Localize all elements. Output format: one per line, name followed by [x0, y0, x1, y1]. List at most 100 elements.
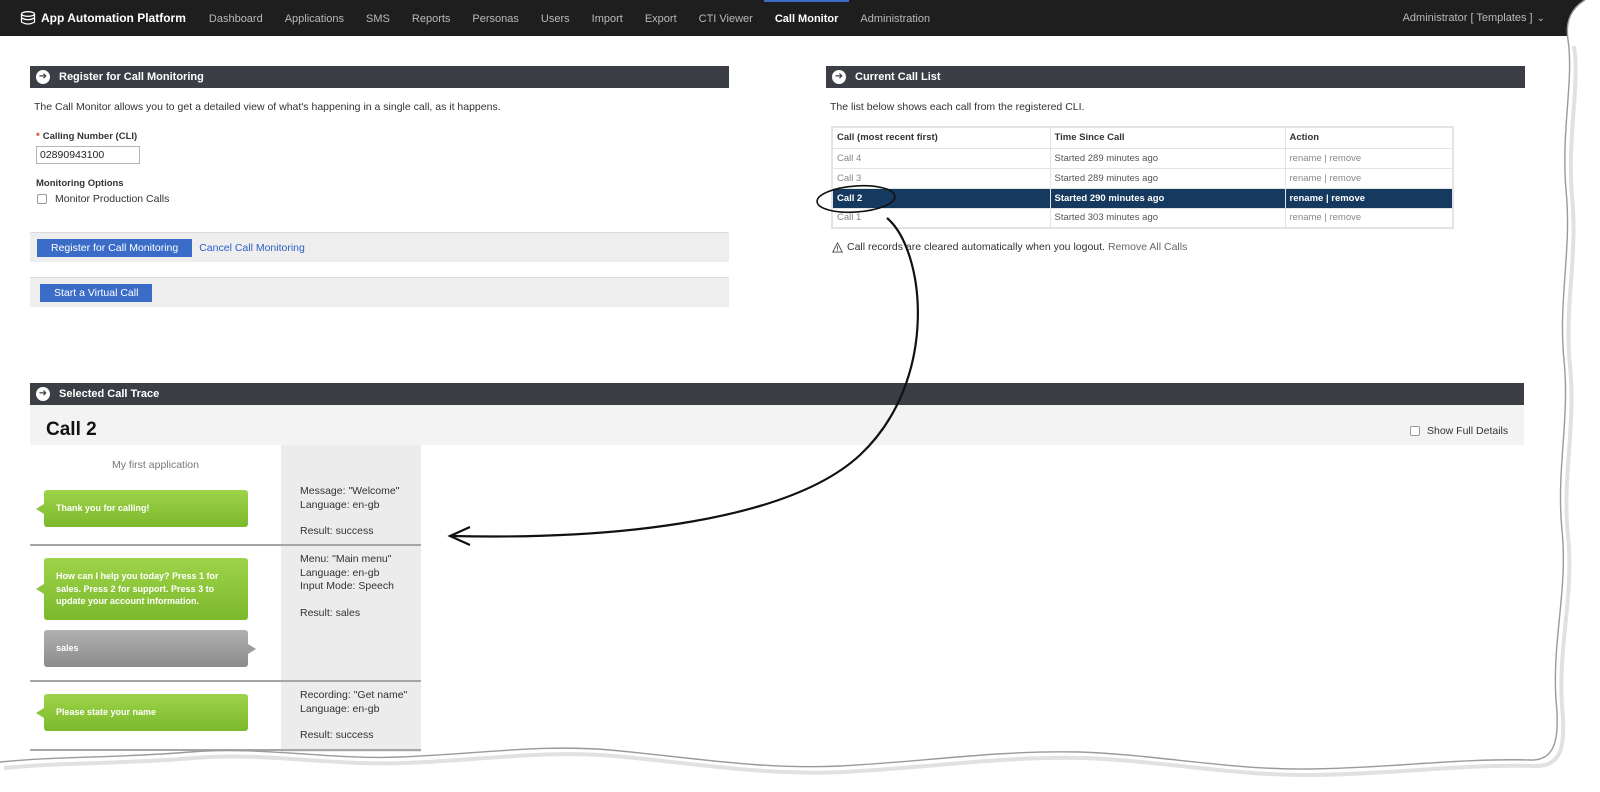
remove-link[interactable]: remove — [1329, 212, 1361, 223]
required-marker: * — [36, 131, 40, 142]
step-result: Result: success — [300, 729, 374, 741]
detail-line: Input Mode: Speech — [300, 580, 394, 592]
top-navbar: App Automation Platform Dashboard Applic… — [0, 0, 1585, 36]
trace-call-title: Call 2 — [46, 419, 97, 440]
trace-section-title: Selected Call Trace — [59, 388, 160, 400]
user-menu-label: Administrator [ Templates ] — [1402, 12, 1533, 24]
arrow-right-circle-icon: ➜ — [832, 70, 846, 84]
monitor-production-row: Monitor Production Calls — [37, 193, 169, 205]
table-row[interactable]: Call 3 Started 289 minutes ago rename | … — [831, 167, 1454, 189]
register-intro: The Call Monitor allows you to get a det… — [34, 101, 501, 113]
nav-item-cti-viewer[interactable]: CTI Viewer — [688, 0, 764, 36]
detail-line: Language: en-gb — [300, 498, 380, 511]
detail-line: Language: en-gb — [300, 566, 380, 579]
call-list-section-title: Current Call List — [855, 71, 941, 83]
nav-item-users[interactable]: Users — [530, 0, 581, 36]
nav-item-import[interactable]: Import — [581, 0, 634, 36]
nav-item-dashboard[interactable]: Dashboard — [198, 0, 274, 36]
step-details: Recording: "Get name" Language: en-gb Re… — [300, 689, 407, 743]
step-details: Message: "Welcome" Language: en-gb Resul… — [300, 485, 399, 539]
call-actions: rename | remove — [1284, 167, 1454, 189]
show-full-details-checkbox[interactable] — [1410, 426, 1420, 436]
application-name: My first application — [112, 459, 199, 471]
table-row[interactable]: Call 4 Started 289 minutes ago rename | … — [831, 147, 1454, 169]
call-records-note: Call records are cleared automatically w… — [832, 241, 1187, 253]
cli-label: * Calling Number (CLI) — [36, 131, 137, 142]
nav-item-call-monitor[interactable]: Call Monitor — [763, 0, 850, 36]
chevron-down-icon: ⌄ — [1536, 12, 1545, 24]
remove-all-calls-link[interactable]: Remove All Calls — [1108, 241, 1187, 253]
call-list-section-header: ➜ Current Call List — [826, 66, 1525, 88]
table-header-row: Call (most recent first) Time Since Call… — [831, 126, 1454, 149]
cli-label-text: Calling Number (CLI) — [42, 131, 138, 142]
brand[interactable]: App Automation Platform — [20, 11, 186, 25]
call-name[interactable]: Call 3 — [831, 167, 1051, 189]
call-records-note-text: Call records are cleared automatically w… — [847, 241, 1105, 253]
step-divider — [30, 680, 421, 682]
rename-link[interactable]: rename — [1290, 212, 1322, 223]
database-logo-icon — [20, 11, 36, 25]
prompt-bubble: How can I help you today? Press 1 for sa… — [36, 558, 248, 620]
step-result: Result: sales — [300, 606, 361, 619]
call-actions: rename | remove — [1284, 147, 1454, 169]
table-row[interactable]: Call 1 Started 303 minutes ago rename | … — [831, 207, 1454, 229]
monitoring-options-label: Monitoring Options — [36, 178, 124, 189]
remove-link[interactable]: remove — [1329, 173, 1361, 184]
monitor-production-checkbox[interactable] — [37, 194, 47, 204]
step-divider — [30, 544, 421, 546]
column-header-call: Call (most recent first) — [831, 126, 1051, 149]
call-list-intro: The list below shows each call from the … — [830, 101, 1085, 113]
step-details: Menu: "Main menu" Language: en-gb Input … — [300, 553, 394, 620]
detail-line: Language: en-gb — [300, 702, 380, 715]
trace-section-header: ➜ Selected Call Trace — [30, 383, 1524, 405]
call-name[interactable]: Call 2 — [831, 187, 1051, 209]
start-virtual-call-button[interactable]: Start a Virtual Call — [40, 283, 153, 302]
rename-link[interactable]: rename — [1290, 193, 1324, 204]
rename-link[interactable]: rename — [1290, 173, 1322, 184]
nav-item-sms[interactable]: SMS — [355, 0, 401, 36]
caller-reply-bubble: sales — [44, 630, 256, 667]
trace-title-bar — [30, 405, 1524, 445]
call-name[interactable]: Call 1 — [831, 207, 1051, 229]
remove-link[interactable]: remove — [1331, 193, 1365, 204]
detail-line: Menu: "Main menu" — [300, 553, 392, 565]
table-row-selected[interactable]: Call 2 Started 290 minutes ago rename | … — [831, 187, 1454, 209]
nav-menu: Dashboard Applications SMS Reports Perso… — [198, 0, 941, 36]
nav-item-personas[interactable]: Personas — [461, 0, 529, 36]
column-header-action: Action — [1284, 126, 1454, 149]
nav-item-administration[interactable]: Administration — [849, 0, 941, 36]
arrow-right-circle-icon: ➜ — [36, 387, 50, 401]
register-section-title: Register for Call Monitoring — [59, 71, 204, 83]
call-time: Started 289 minutes ago — [1049, 147, 1286, 169]
call-list-table: Call (most recent first) Time Since Call… — [831, 126, 1454, 229]
nav-item-export[interactable]: Export — [634, 0, 688, 36]
detail-line: Recording: "Get name" — [300, 689, 408, 701]
arrow-right-circle-icon: ➜ — [36, 70, 50, 84]
call-time: Started 290 minutes ago — [1049, 187, 1286, 209]
column-header-time: Time Since Call — [1049, 126, 1286, 149]
brand-name: App Automation Platform — [41, 11, 186, 25]
virtual-call-bar: Start a Virtual Call — [30, 277, 729, 307]
remove-link[interactable]: remove — [1329, 153, 1361, 164]
show-full-details-row: Show Full Details — [1410, 425, 1508, 437]
register-button-bar: Register for Call Monitoring Cancel Call… — [30, 232, 729, 262]
monitor-production-label: Monitor Production Calls — [55, 193, 170, 205]
rename-link[interactable]: rename — [1290, 153, 1322, 164]
call-time: Started 289 minutes ago — [1049, 167, 1286, 189]
cancel-monitoring-link[interactable]: Cancel Call Monitoring — [199, 242, 305, 254]
prompt-bubble: Thank you for calling! — [36, 490, 248, 527]
register-button[interactable]: Register for Call Monitoring — [37, 238, 193, 257]
call-name[interactable]: Call 4 — [831, 147, 1051, 169]
call-actions: rename | remove — [1284, 207, 1454, 229]
prompt-bubble: Please state your name — [36, 694, 248, 731]
show-full-details-label: Show Full Details — [1427, 425, 1509, 437]
step-result: Result: success — [300, 525, 374, 537]
cli-input[interactable] — [36, 146, 140, 164]
call-actions: rename | remove — [1284, 187, 1454, 209]
nav-item-applications[interactable]: Applications — [274, 0, 355, 36]
detail-line: Message: "Welcome" — [300, 485, 400, 497]
warning-icon — [832, 241, 843, 253]
nav-item-reports[interactable]: Reports — [401, 0, 462, 36]
user-menu[interactable]: Administrator [ Templates ] ⌄ — [1403, 12, 1545, 24]
register-section-header: ➜ Register for Call Monitoring — [30, 66, 729, 88]
